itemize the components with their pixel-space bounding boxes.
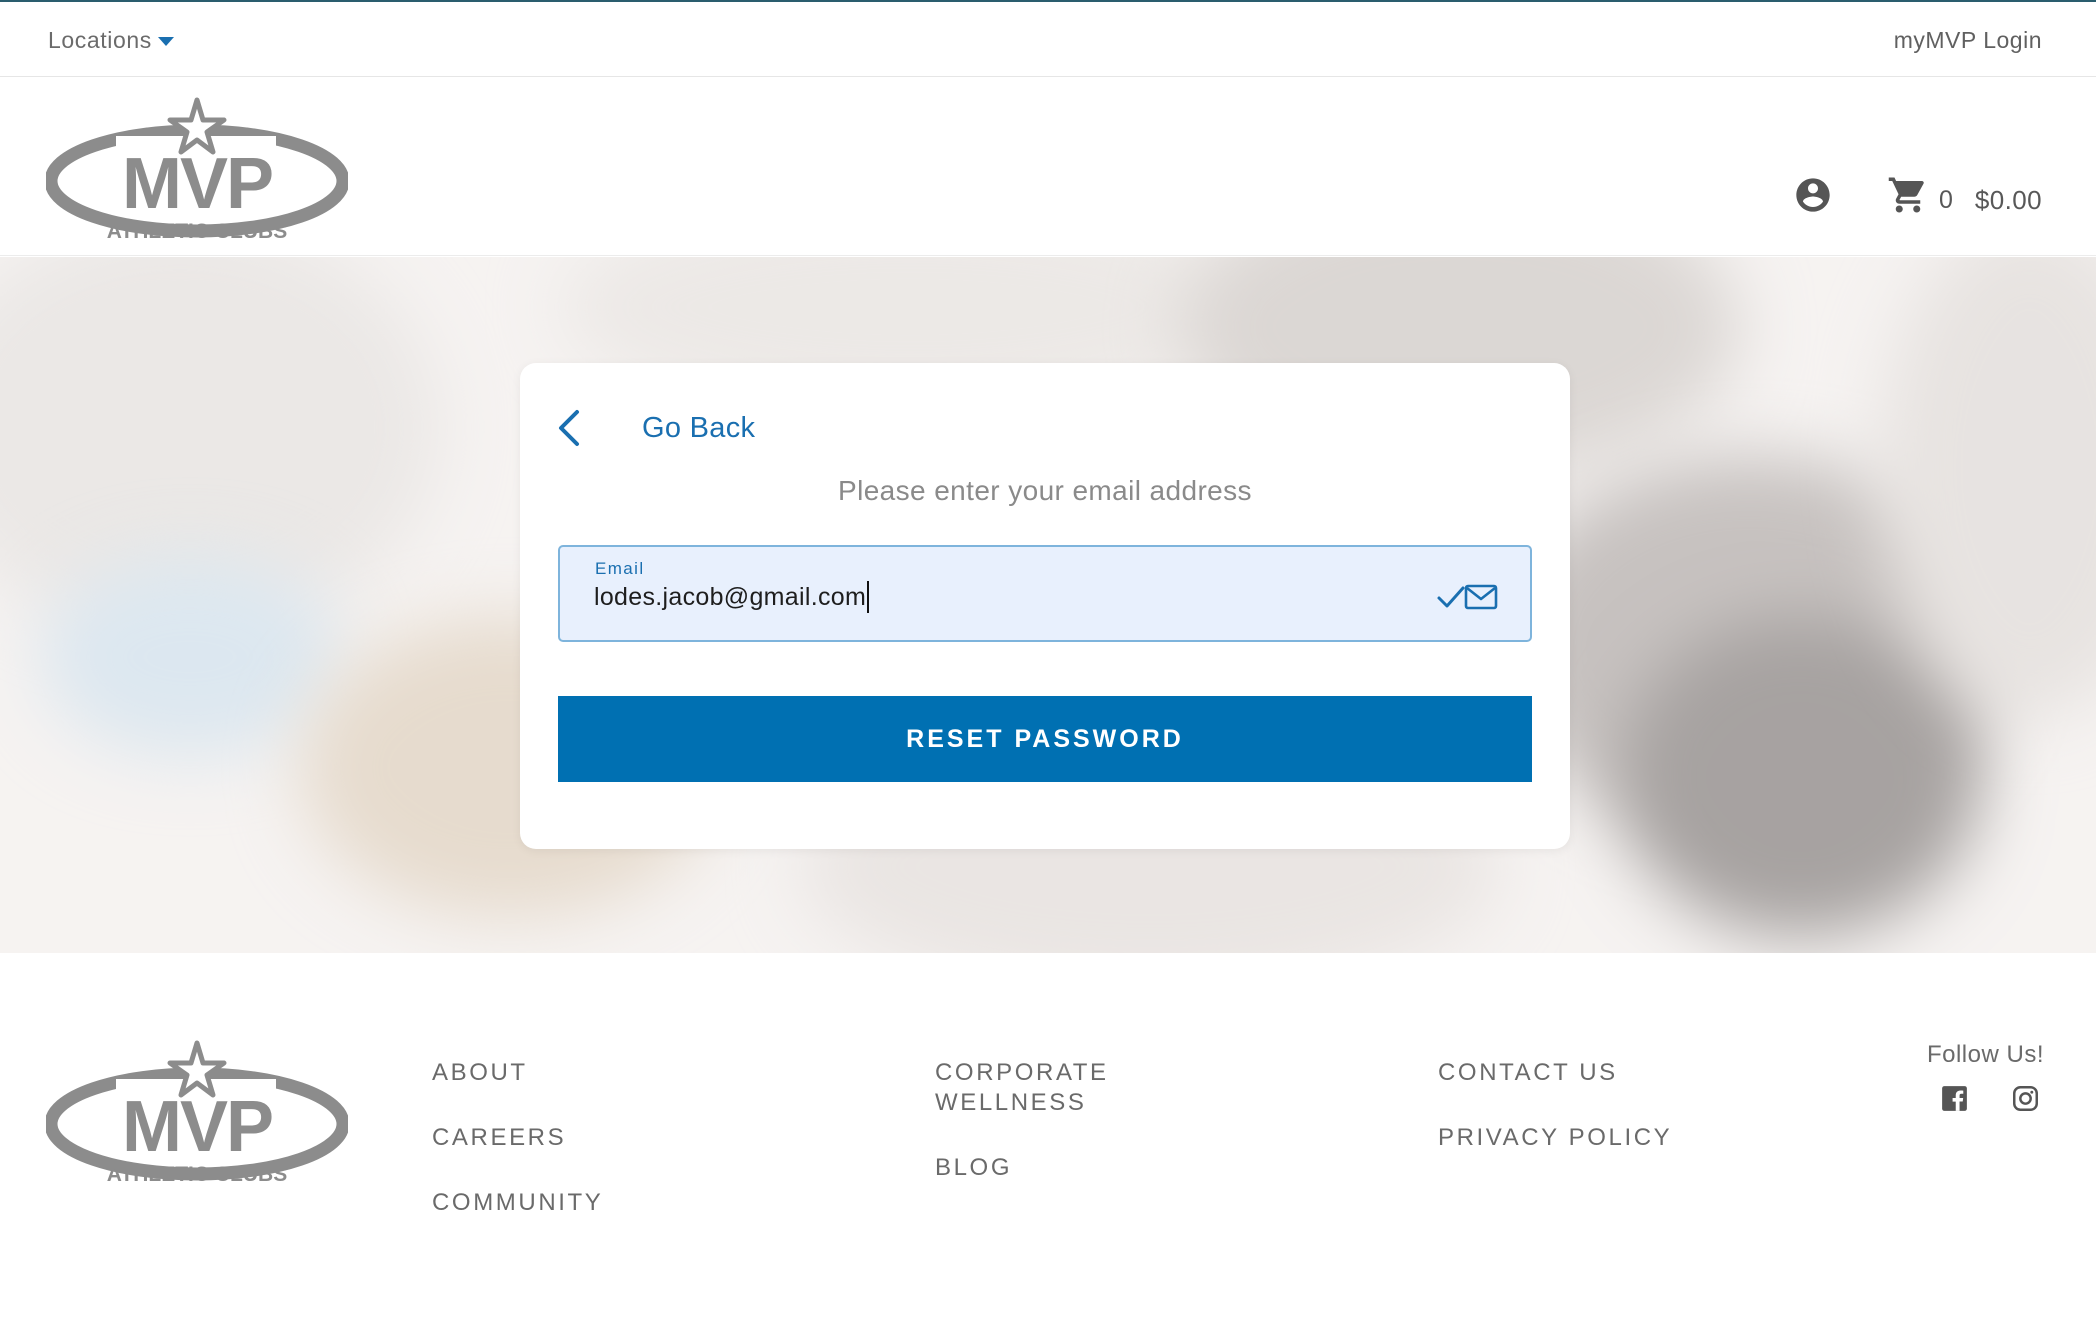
cart-button[interactable]: 0 $0.00 xyxy=(1887,174,2042,216)
chevron-left-icon xyxy=(559,410,579,446)
footer-column-2: CORPORATE WELLNESS BLOG xyxy=(935,1058,1155,1183)
footer-link-contact-us[interactable]: CONTACT US xyxy=(1438,1058,1672,1088)
check-icon xyxy=(1437,586,1465,608)
reset-password-card: Go Back Please enter your email address … xyxy=(520,363,1570,849)
footer-link-careers[interactable]: CAREERS xyxy=(432,1123,603,1153)
email-input-value[interactable]: lodes.jacob@gmail.com xyxy=(594,581,870,613)
locations-label: Locations xyxy=(48,26,152,53)
logo-mvp-text: MVP xyxy=(122,1087,272,1167)
site-header: MVP ATHLETIC CLUBS 0 $0.00 xyxy=(0,78,2096,256)
cart-total: $0.00 xyxy=(1974,184,2042,215)
logo-mvp-text: MVP xyxy=(122,144,272,224)
caret-down-icon xyxy=(157,37,174,46)
mymvp-login-link[interactable]: myMVP Login xyxy=(1894,24,2042,56)
footer-link-about[interactable]: ABOUT xyxy=(432,1058,603,1088)
go-back-button[interactable]: Go Back xyxy=(556,403,755,453)
logo-subtitle-text: ATHLETIC CLUBS xyxy=(107,220,287,243)
footer-link-community[interactable]: COMMUNITY xyxy=(432,1188,603,1218)
mail-icon xyxy=(1464,584,1498,610)
shopping-cart-icon xyxy=(1888,177,1924,213)
header-tools: 0 $0.00 xyxy=(1793,170,2042,220)
reset-password-button[interactable]: RESET PASSWORD xyxy=(558,696,1532,782)
footer-link-privacy-policy[interactable]: PRIVACY POLICY xyxy=(1438,1123,1672,1153)
instagram-icon[interactable] xyxy=(2012,1085,2039,1112)
social-links xyxy=(1937,1085,2044,1112)
logo-subtitle-text: ATHLETIC CLUBS xyxy=(107,1163,287,1186)
instruction-text: Please enter your email address xyxy=(838,475,1252,506)
cart-count: 0 xyxy=(1939,185,1953,214)
site-footer: MVP ATHLETIC CLUBS ABOUT CAREERS COMMUNI… xyxy=(0,953,2096,1321)
account-circle-icon[interactable] xyxy=(1793,175,1833,215)
locations-dropdown[interactable]: Locations xyxy=(48,24,174,56)
footer-mvp-logo[interactable]: MVP ATHLETIC CLUBS xyxy=(46,1039,348,1189)
mvp-logo[interactable]: MVP ATHLETIC CLUBS xyxy=(46,96,348,246)
email-field-label: Email xyxy=(595,559,645,578)
follow-us-label: Follow Us! xyxy=(1926,1041,2044,1068)
facebook-icon[interactable] xyxy=(1941,1085,1968,1112)
follow-us-section: Follow Us! xyxy=(1927,1041,2044,1112)
footer-column-3: CONTACT US PRIVACY POLICY xyxy=(1438,1058,1672,1153)
footer-link-corporate-wellness[interactable]: CORPORATE WELLNESS xyxy=(935,1058,1155,1118)
footer-link-blog[interactable]: BLOG xyxy=(935,1153,1155,1183)
utility-bar: Locations myMVP Login xyxy=(0,2,2096,77)
email-field[interactable]: Email lodes.jacob@gmail.com xyxy=(558,545,1532,642)
footer-column-1: ABOUT CAREERS COMMUNITY xyxy=(432,1058,603,1218)
go-back-label: Go Back xyxy=(642,411,756,444)
